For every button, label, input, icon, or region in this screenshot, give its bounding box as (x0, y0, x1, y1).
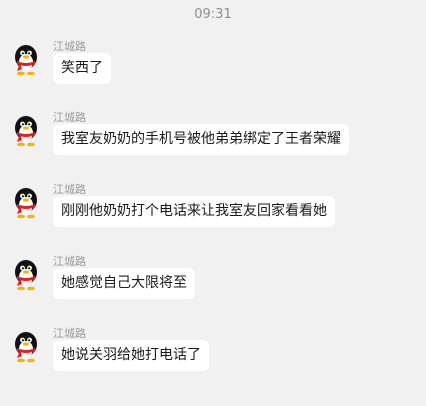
sender-name: 江城路 (53, 327, 86, 340)
qq-penguin-icon[interactable] (11, 331, 41, 363)
timestamp: 09:31 (194, 7, 232, 22)
sender-name: 江城路 (53, 40, 86, 53)
message-row: 江城路 我室友奶奶的手机号被他弟弟绑定了王者荣耀 (0, 109, 426, 175)
message-row: 江城路 她说关羽给她打电话了 (0, 325, 426, 391)
sender-name: 江城路 (53, 111, 86, 124)
sender-name: 江城路 (53, 255, 86, 268)
message-bubble[interactable]: 她感觉自己大限将至 (53, 268, 195, 299)
message-row: 江城路 她感觉自己大限将至 (0, 253, 426, 319)
qq-penguin-icon[interactable] (11, 44, 41, 76)
qq-penguin-icon[interactable] (11, 259, 41, 291)
message-bubble[interactable]: 笑西了 (53, 53, 111, 84)
sender-name: 江城路 (53, 183, 86, 196)
message-bubble[interactable]: 她说关羽给她打电话了 (53, 340, 209, 371)
message-row: 江城路 笑西了 (0, 38, 426, 104)
message-bubble[interactable]: 我室友奶奶的手机号被他弟弟绑定了王者荣耀 (53, 124, 349, 155)
message-row: 江城路 刚刚他奶奶打个电话来让我室友回家看看她 (0, 181, 426, 247)
qq-penguin-icon[interactable] (11, 187, 41, 219)
qq-penguin-icon[interactable] (11, 115, 41, 147)
message-bubble[interactable]: 刚刚他奶奶打个电话来让我室友回家看看她 (53, 196, 335, 227)
